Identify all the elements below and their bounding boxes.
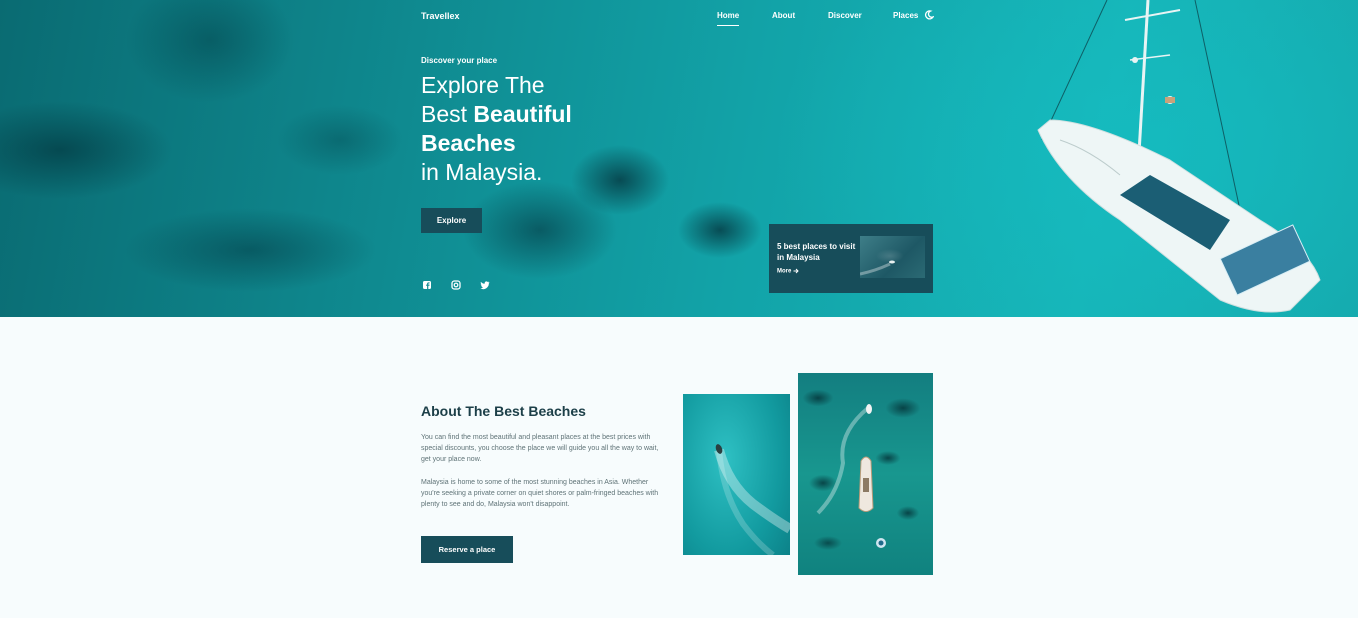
promo-image bbox=[860, 236, 925, 278]
hero-section: Travellex Home About Discover Places Dis… bbox=[0, 0, 1358, 317]
nav-link-about[interactable]: About bbox=[772, 11, 795, 20]
promo-more-link[interactable]: More bbox=[777, 268, 799, 275]
speedboat-image bbox=[683, 394, 790, 555]
hero-title-line2-regular: Best bbox=[421, 101, 474, 127]
yacht-image bbox=[798, 373, 933, 575]
about-title: About The Best Beaches bbox=[421, 403, 586, 419]
moon-icon[interactable] bbox=[924, 10, 934, 20]
hero-title-line3: Beaches bbox=[421, 130, 516, 156]
sailboat-image bbox=[1037, 0, 1321, 313]
yacht-illustration bbox=[816, 404, 886, 548]
facebook-icon[interactable] bbox=[422, 280, 432, 290]
hero-title: Explore The Best Beautiful Beaches in Ma… bbox=[421, 71, 681, 187]
explore-button[interactable]: Explore bbox=[421, 208, 482, 233]
speedboat-wake-illustration bbox=[714, 444, 790, 555]
about-paragraph-1: You can find the most beautiful and plea… bbox=[421, 434, 659, 463]
arrow-right-icon bbox=[793, 268, 799, 274]
about-paragraph-2: Malaysia is home to some of the most stu… bbox=[421, 479, 659, 508]
nav-link-home[interactable]: Home bbox=[717, 11, 740, 26]
instagram-icon[interactable] bbox=[451, 280, 461, 290]
nav-link-places[interactable]: Places bbox=[893, 11, 918, 20]
hero-title-line4: in Malaysia. bbox=[421, 159, 543, 185]
boat-wake-image bbox=[860, 260, 895, 276]
nav-link-discover[interactable]: Discover bbox=[828, 11, 862, 20]
promo-more-label: More bbox=[777, 268, 792, 275]
reserve-button[interactable]: Reserve a place bbox=[421, 536, 513, 563]
twitter-icon[interactable] bbox=[480, 280, 490, 290]
promo-card[interactable]: 5 best places to visit in Malaysia More bbox=[769, 224, 933, 293]
site-logo[interactable]: Travellex bbox=[421, 11, 460, 21]
promo-title: 5 best places to visit in Malaysia bbox=[777, 242, 856, 262]
hero-title-line2-bold: Beautiful bbox=[473, 101, 572, 127]
hero-title-line1: Explore The bbox=[421, 72, 545, 98]
hero-subtitle: Discover your place bbox=[421, 56, 498, 65]
